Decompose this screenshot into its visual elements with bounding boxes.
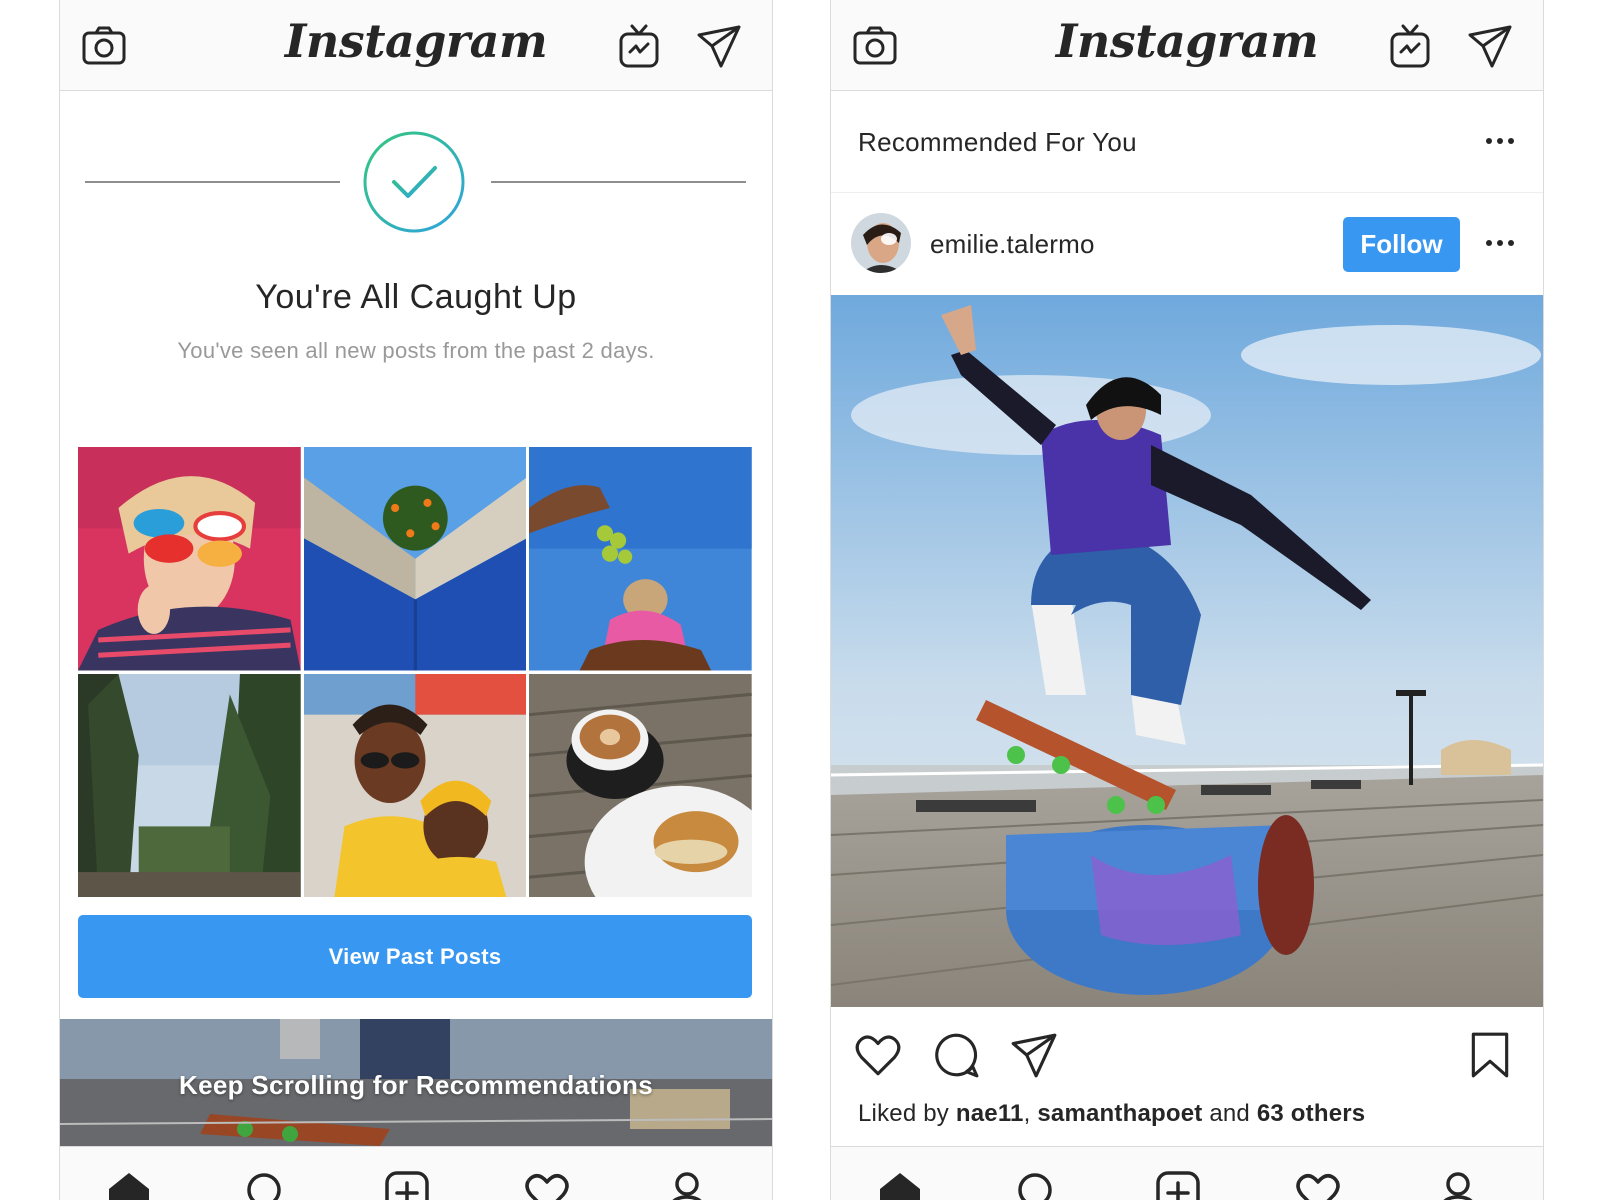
thumbnail-coffee[interactable] <box>529 673 752 897</box>
more-options-icon[interactable] <box>1482 225 1518 261</box>
bottom-nav <box>831 1146 1543 1200</box>
recommendations-label: Keep Scrolling for Recommendations <box>179 1070 653 1100</box>
divider-line <box>491 181 746 183</box>
recommended-title: Recommended For You <box>858 127 1137 157</box>
activity-icon[interactable] <box>1294 1169 1342 1200</box>
home-icon[interactable] <box>876 1169 924 1200</box>
new-post-icon[interactable] <box>1154 1169 1202 1200</box>
caught-up-title: You're All Caught Up <box>255 278 577 316</box>
avatar[interactable] <box>851 213 911 273</box>
thumbnail-sunglasses[interactable] <box>78 447 301 671</box>
liked-by-user[interactable]: samanthapoet <box>1037 1100 1202 1127</box>
likes-others-link[interactable]: 63 others <box>1257 1100 1366 1127</box>
post-image[interactable] <box>831 295 1543 1007</box>
likes-separator: , <box>1023 1100 1038 1127</box>
phone-right: Instagram Recommended For You emilie.tal… <box>830 0 1544 1200</box>
home-icon[interactable] <box>105 1169 153 1200</box>
divider-line <box>85 181 340 183</box>
profile-icon[interactable] <box>1434 1169 1482 1200</box>
new-post-icon[interactable] <box>383 1169 431 1200</box>
thumbnail-forest[interactable] <box>78 673 301 897</box>
caught-up-subtitle: You've seen all new posts from the past … <box>177 338 655 363</box>
recommended-header: Recommended For You <box>831 91 1543 193</box>
like-icon[interactable] <box>853 1030 903 1080</box>
follow-button[interactable]: Follow <box>1343 217 1460 272</box>
comment-icon[interactable] <box>931 1030 981 1080</box>
thumbnail-blue-wall[interactable] <box>303 447 527 671</box>
app-logo: Instagram <box>1055 14 1319 68</box>
search-icon[interactable] <box>243 1169 291 1200</box>
post-username[interactable]: emilie.talermo <box>930 229 1095 260</box>
more-options-icon[interactable] <box>1482 123 1518 159</box>
phone-left: Instagram You're All Caught Up You've se… <box>59 0 773 1200</box>
profile-icon[interactable] <box>663 1169 711 1200</box>
check-circle-icon <box>362 130 466 234</box>
liked-by-user[interactable]: nae11 <box>956 1100 1024 1127</box>
thumbnail-friends[interactable] <box>303 673 527 897</box>
igtv-icon[interactable] <box>1386 22 1434 70</box>
view-past-posts-button[interactable]: View Past Posts <box>78 915 752 998</box>
search-icon[interactable] <box>1014 1169 1062 1200</box>
direct-icon[interactable] <box>1466 22 1514 70</box>
app-logo: Instagram <box>284 14 548 68</box>
thumbnail-dog-grapes[interactable] <box>529 447 752 671</box>
direct-icon[interactable] <box>695 22 743 70</box>
bottom-nav <box>60 1146 772 1200</box>
save-icon[interactable] <box>1465 1030 1515 1080</box>
activity-icon[interactable] <box>523 1169 571 1200</box>
top-bar: Instagram <box>60 0 772 91</box>
likes-conjunction: and <box>1202 1100 1257 1127</box>
past-posts-grid <box>78 447 752 897</box>
share-icon[interactable] <box>1009 1030 1059 1080</box>
igtv-icon[interactable] <box>615 22 663 70</box>
top-bar: Instagram <box>831 0 1543 91</box>
likes-prefix: Liked by <box>858 1100 956 1127</box>
post-header: emilie.talermo Follow <box>831 193 1543 294</box>
likes-text: Liked by nae11, samanthapoet and 63 othe… <box>858 1100 1365 1128</box>
